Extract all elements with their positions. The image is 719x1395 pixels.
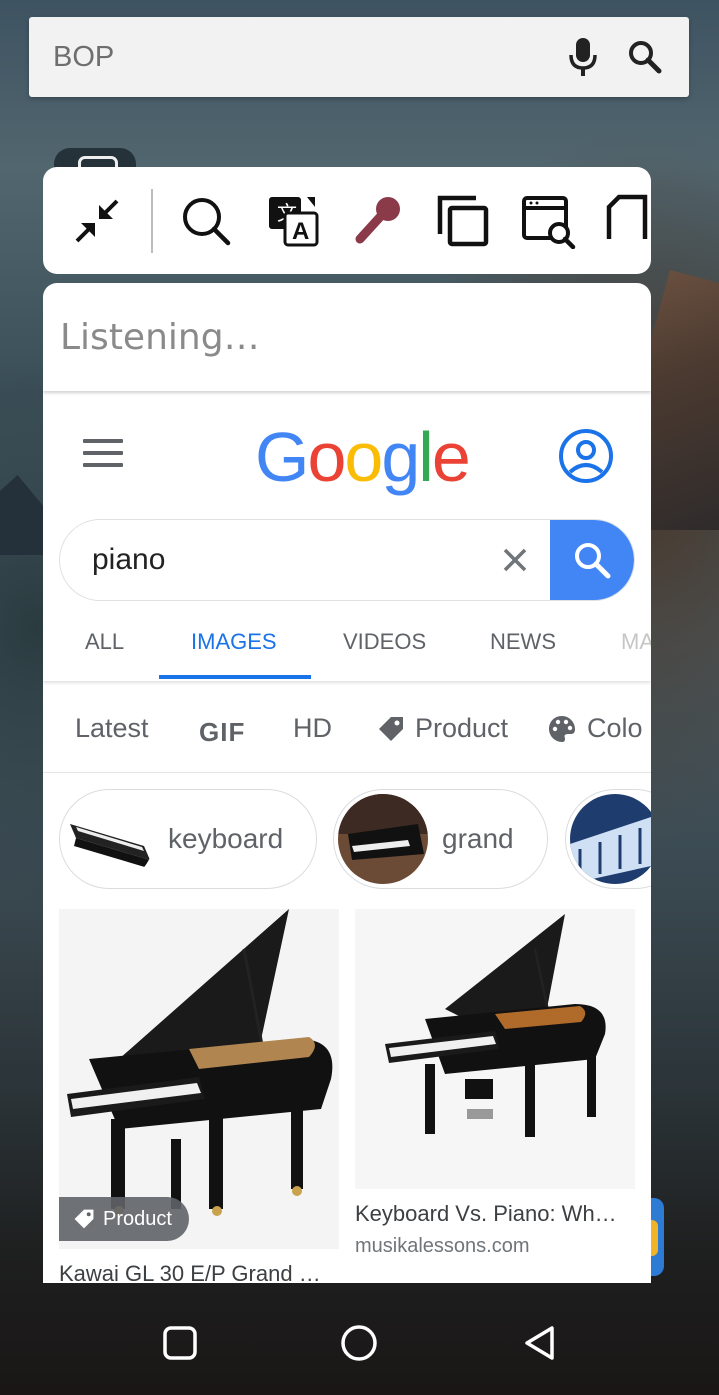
result-title[interactable]: Keyboard Vs. Piano: Wh… [355, 1201, 635, 1227]
listening-status: Listening… [43, 283, 651, 391]
back-icon[interactable] [520, 1323, 560, 1363]
system-navigation-bar [0, 1283, 719, 1395]
tag-icon [379, 716, 403, 741]
chip-label: keyboard [168, 823, 284, 854]
search-submit-button[interactable] [550, 520, 634, 600]
filter-hd[interactable]: HD [293, 713, 332, 744]
palette-icon [549, 715, 575, 742]
background-mountain [0, 475, 44, 555]
account-icon[interactable] [558, 428, 614, 489]
assistant-toolbar: 文 A [43, 167, 651, 274]
microphone-icon[interactable] [563, 37, 603, 77]
chip-thumbnail [338, 794, 428, 884]
svg-text:A: A [292, 218, 309, 245]
web-search-icon[interactable] [521, 193, 577, 249]
product-badge-label: Product [103, 1207, 172, 1230]
active-tab-indicator [159, 675, 311, 679]
logo-letter: e [431, 418, 471, 496]
related-chip-keyboard[interactable]: keyboard [59, 789, 317, 889]
google-logo[interactable]: Google [255, 417, 471, 497]
image-filters: Latest GIF HD Product Colo [43, 683, 651, 773]
logo-letter: G [255, 418, 309, 496]
assistant-panel: Listening… Google piano ALL IMAGES VIDEO… [43, 283, 651, 1283]
recents-icon[interactable] [160, 1323, 200, 1363]
translate-icon[interactable]: 文 A [265, 193, 321, 249]
google-search-box[interactable]: piano [59, 519, 635, 601]
related-chip-grand[interactable]: grand [333, 789, 548, 889]
result-title[interactable]: Kawai GL 30 E/P Grand … [59, 1261, 339, 1283]
home-search-bar[interactable]: BOP [29, 17, 689, 97]
filter-color[interactable]: Colo [547, 713, 643, 744]
copy-icon[interactable] [435, 193, 491, 249]
tab-all[interactable]: ALL [85, 629, 124, 655]
filter-product-label: Product [415, 713, 509, 743]
result-image[interactable]: Product [59, 909, 339, 1249]
toolbar-divider [151, 189, 153, 253]
logo-letter: o [344, 418, 383, 496]
chip-thumbnail [64, 794, 154, 884]
tab-maps[interactable]: MA [621, 629, 651, 655]
search-input[interactable]: piano [60, 543, 480, 577]
logo-letter: g [381, 418, 420, 496]
tab-images[interactable]: IMAGES [191, 629, 277, 655]
image-result[interactable]: Keyboard Vs. Piano: Wh… musikalessons.co… [355, 909, 635, 1258]
tag-icon [74, 1209, 94, 1229]
tab-news[interactable]: NEWS [490, 629, 556, 655]
filter-color-label: Colo [587, 713, 643, 743]
search-icon [575, 543, 611, 579]
search-icon[interactable] [178, 193, 234, 249]
filter-gif[interactable]: GIF [199, 717, 245, 748]
collapse-icon[interactable] [69, 193, 125, 249]
logo-letter: l [418, 418, 434, 496]
logo-letter: o [307, 418, 346, 496]
chip-thumbnail [570, 794, 651, 884]
microphone-icon[interactable] [350, 193, 406, 249]
filter-product[interactable]: Product [377, 713, 508, 744]
result-site[interactable]: musikalessons.com [355, 1235, 635, 1258]
screenshot-icon[interactable] [605, 193, 651, 249]
menu-icon[interactable] [83, 439, 123, 469]
result-image[interactable] [355, 909, 635, 1189]
tab-videos[interactable]: VIDEOS [343, 629, 426, 655]
background-mountain [649, 270, 719, 530]
home-search-query[interactable]: BOP [53, 41, 541, 74]
filter-latest[interactable]: Latest [75, 713, 149, 744]
clear-icon[interactable] [480, 520, 550, 600]
chip-label: grand [442, 823, 514, 854]
related-chip-3[interactable] [565, 789, 651, 889]
search-tabs: ALL IMAGES VIDEOS NEWS MA [43, 601, 651, 681]
home-icon[interactable] [339, 1323, 379, 1363]
image-result[interactable]: Product Kawai GL 30 E/P Grand … [59, 909, 339, 1283]
product-badge: Product [59, 1197, 189, 1241]
search-icon[interactable] [625, 37, 665, 77]
